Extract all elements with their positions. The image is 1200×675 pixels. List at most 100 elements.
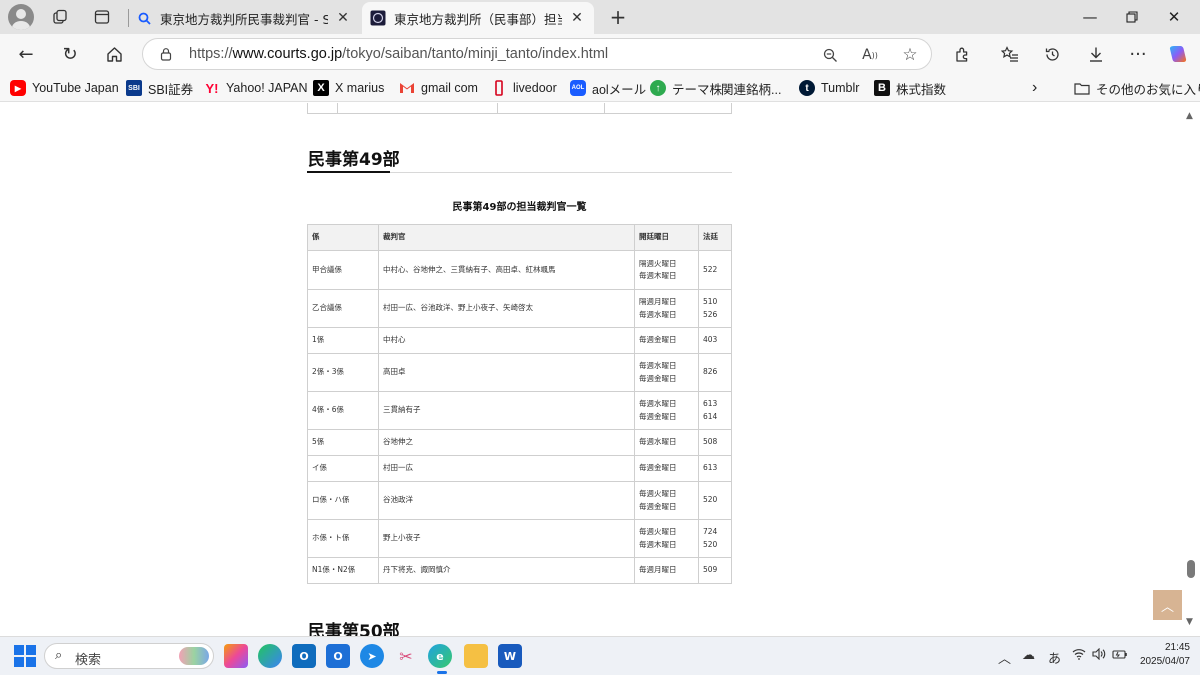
copilot-icon[interactable] [1164,41,1192,67]
sbi-icon: SBI [126,80,142,96]
chevron-up-icon: ︿ [1160,599,1174,615]
cell-rooms-line: 508 [703,437,718,447]
url-text: https://www.courts.go.jp/tokyo/saiban/ta… [189,46,608,62]
tumblr-icon: t [799,80,815,96]
taskbar-search-box[interactable]: ⌕ 検索 [44,643,214,669]
volume-icon[interactable] [1092,647,1106,664]
favorite-label: gmail com [421,81,478,95]
search-highlight-icon [179,647,209,665]
back-to-top-button[interactable]: ︿ [1153,590,1182,620]
favorite-related-stocks[interactable]: 関連銘柄... [721,78,781,98]
snipping-tool-icon[interactable]: ✂ [394,644,418,668]
cell-rooms-line: 614 [703,411,718,421]
page-scrollbar[interactable]: ▲ ▼ [1182,103,1200,636]
onedrive-cloud-icon[interactable]: ☁ [1022,648,1035,663]
ime-indicator[interactable]: あ [1048,648,1061,667]
table-caption: 民事第49部の担当裁判官一覧 [452,202,587,213]
cell-days-line: 毎週火曜日 [639,527,677,536]
start-windows-icon[interactable] [14,645,36,667]
tab-actions-icon[interactable] [88,6,116,28]
more-menu-icon[interactable]: ··· [1124,41,1152,67]
cell-days-line: 毎週金曜日 [639,411,677,421]
system-clock[interactable]: 21:45 2025/04/07 [1134,641,1190,669]
tab-courts[interactable]: 東京地方裁判所（民事部）担当裁判官 ✕ [362,2,594,34]
weather-app-icon[interactable] [258,644,282,668]
table-row: 甲合議係 中村心、谷地伸之、三貫納有子、高田卓、紅林颯馬 隔週火曜日 毎週木曜日 522 [307,250,732,290]
youtube-icon: ▶ [10,80,26,96]
cell-rooms-line: 613 [703,399,718,408]
close-tab-icon[interactable]: ✕ [334,10,352,26]
favorite-gmail[interactable]: gmail com [399,78,478,98]
judges-table: 係 裁判官 開廷曜日 法廷 甲合議係 中村心、谷地伸之、三貫納有子、高田卓、紅林颯… [307,224,732,584]
back-arrow-icon[interactable]: ← [12,41,40,67]
favorite-label: 関連銘柄... [721,82,782,97]
column-header: 法廷 [698,224,732,251]
home-icon[interactable] [100,41,128,67]
favorite-label: Tumblr [821,81,860,95]
word-icon[interactable]: W [498,644,522,668]
cell-rooms-line: 509 [703,565,718,575]
tray-overflow-chevron-icon[interactable]: ︿ [998,648,1011,667]
favorite-sbi[interactable]: SBI SBI証券 [126,78,193,98]
close-window-icon[interactable]: ✕ [1154,6,1194,28]
tab-search[interactable]: 東京地方裁判所民事裁判官 - Search ✕ [128,2,360,34]
favorite-star-icon[interactable]: ☆ [899,44,921,66]
cell-kakari: 2係・3係 [307,353,379,392]
minimize-icon[interactable]: — [1070,6,1110,28]
compass-icon[interactable]: ➤ [360,644,384,668]
cell-days: 毎週水曜日 [634,429,699,456]
address-bar[interactable]: https://www.courts.go.jp/tokyo/saiban/ta… [142,38,932,70]
favorite-label: X marius [335,81,385,95]
favorites-icon[interactable] [996,41,1024,67]
tab-title: 東京地方裁判所民事裁判官 - Search [160,11,328,27]
zoom-icon[interactable] [819,44,841,66]
table-row: イ係 村田一広 毎週金曜日 613 [307,455,732,482]
read-aloud-icon[interactable]: A)) [859,44,881,66]
table-row: 1係 中村心 毎週金曜日 403 [307,327,732,354]
wifi-icon[interactable] [1072,648,1086,664]
cell-days-line: 隔週月曜日 [639,297,677,306]
close-tab-icon[interactable]: ✕ [568,10,586,26]
restore-icon[interactable] [1112,6,1152,28]
extensions-icon[interactable] [948,41,976,67]
section-underline [307,171,390,173]
favorites-overflow-chevron-icon[interactable]: › [1032,78,1037,98]
battery-icon[interactable] [1112,648,1128,664]
cell-rooms: 510 526 [698,289,732,328]
history-icon[interactable] [1038,41,1066,67]
cell-kakari: 1係 [307,327,379,354]
livedoor-icon [491,80,507,96]
cell-days-line: 毎週金曜日 [639,373,677,383]
workspaces-icon[interactable] [46,6,74,28]
favorite-tumblr[interactable]: t Tumblr [799,78,859,98]
favorite-livedoor[interactable]: livedoor [491,78,557,98]
edge-browser-icon[interactable]: e [428,644,452,668]
search-placeholder: 検索 [75,653,102,668]
copilot-app-icon[interactable] [224,644,248,668]
tab-title: 東京地方裁判所（民事部）担当裁判官 [394,11,562,27]
refresh-icon[interactable]: ↻ [56,41,84,67]
folder-icon [1074,80,1090,96]
downloads-icon[interactable] [1082,41,1110,67]
favorite-theme-stock[interactable]: ↑ テーマ株 [650,78,722,98]
scroll-down-arrow-icon[interactable]: ▼ [1186,617,1193,627]
other-favorites-folder[interactable]: その他のお気に入り [1074,78,1200,98]
cell-judges: 中村心 [378,327,635,354]
scrollbar-thumb[interactable] [1187,560,1195,578]
favorite-aol[interactable]: AOL aolメール [570,78,646,98]
cell-rooms-line: 520 [703,539,718,549]
lock-icon[interactable] [159,47,173,61]
title-bar: 東京地方裁判所民事裁判官 - Search ✕ 東京地方裁判所（民事部）担当裁判… [0,0,1200,34]
favorite-x[interactable]: X X marius [313,78,384,98]
favorite-stock-index[interactable]: B 株式指数 [874,78,946,98]
new-tab-icon[interactable]: + [604,5,632,29]
profile-avatar[interactable] [8,4,34,30]
favorite-yahoo[interactable]: Y! Yahoo! JAPAN [204,78,308,98]
outlook-icon[interactable]: O [292,644,316,668]
outlook-new-icon[interactable]: O [326,644,350,668]
folder-label: その他のお気に入り [1096,82,1200,97]
favorite-youtube[interactable]: ▶ YouTube Japan [10,78,119,98]
file-explorer-icon[interactable] [464,644,488,668]
scroll-up-arrow-icon[interactable]: ▲ [1186,111,1193,121]
cell-days-line: 毎週木曜日 [639,271,677,280]
